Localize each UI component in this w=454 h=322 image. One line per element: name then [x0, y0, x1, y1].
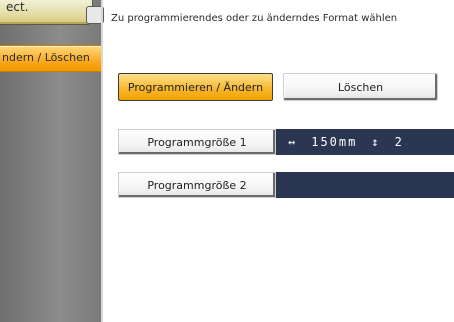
- divider: [101, 0, 103, 322]
- program-size-1-value: ↔ 150mm ↕ 2: [276, 129, 454, 155]
- vertical-arrow-icon: ↕: [371, 135, 381, 149]
- program-size-row-2: Programmgröße 2: [118, 172, 454, 198]
- program-change-button[interactable]: Programmieren / Ändern: [118, 73, 273, 101]
- delete-button[interactable]: Löschen: [283, 73, 438, 101]
- horizontal-arrow-icon: ↔: [288, 135, 298, 149]
- instruction-text: Zu programmierendes oder zu änderndes Fo…: [111, 13, 398, 24]
- program-size-row-1: Programmgröße 1 ↔ 150mm ↕ 2: [118, 129, 454, 155]
- size-width-value: 150mm: [311, 135, 358, 149]
- program-size-2-button[interactable]: Programmgröße 2: [118, 172, 276, 198]
- top-tab[interactable]: ect.: [0, 0, 93, 25]
- program-size-1-button[interactable]: Programmgröße 1: [118, 129, 276, 155]
- sidebar-item-change-delete[interactable]: ndern / Löschen: [0, 45, 101, 72]
- program-size-2-value: [276, 172, 454, 198]
- sidebar-item-label: ndern / Löschen: [2, 51, 90, 64]
- top-tab-label: ect.: [6, 0, 29, 14]
- size-height-value: 2: [394, 135, 404, 149]
